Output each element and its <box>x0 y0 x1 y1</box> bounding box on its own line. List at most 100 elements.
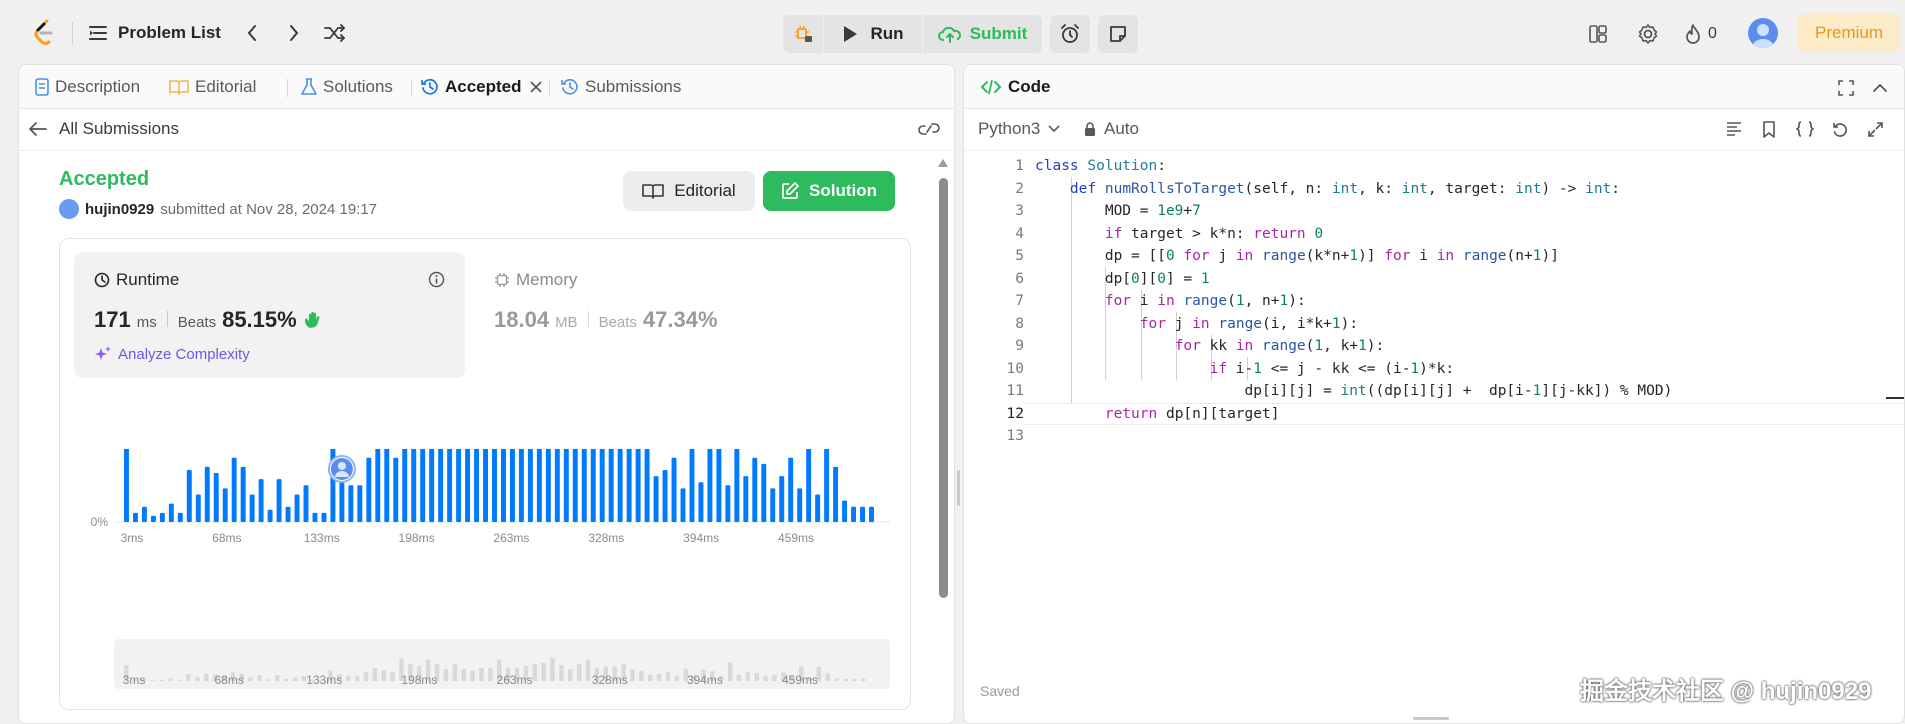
editorial-button[interactable]: Editorial <box>623 171 755 211</box>
scroll-up-arrow[interactable] <box>938 159 948 167</box>
scrollbar-thumb[interactable] <box>939 178 948 598</box>
submitter-avatar[interactable] <box>59 199 79 219</box>
chart-bar[interactable] <box>617 449 623 522</box>
chart-bar[interactable] <box>833 466 839 522</box>
tab-editorial[interactable]: Editorial <box>169 65 256 109</box>
chart-bar[interactable] <box>860 506 865 522</box>
expand-icon[interactable] <box>1864 118 1886 140</box>
chart-bar[interactable] <box>177 512 183 522</box>
chart-bar[interactable] <box>195 494 201 522</box>
chart-bar[interactable] <box>590 449 596 522</box>
streak-counter[interactable]: 0 <box>1684 21 1717 47</box>
chart-bar[interactable] <box>536 449 542 522</box>
chart-bar[interactable] <box>806 449 812 522</box>
chart-bar[interactable] <box>716 449 722 522</box>
timer-button[interactable] <box>1050 15 1090 53</box>
chart-bar[interactable] <box>132 512 138 522</box>
premium-button[interactable]: Premium <box>1798 14 1900 52</box>
chart-bar[interactable] <box>366 457 372 522</box>
chart-bar[interactable] <box>689 449 695 522</box>
chart-bar[interactable] <box>779 476 785 522</box>
chart-bar[interactable] <box>204 466 210 522</box>
chart-bar[interactable] <box>420 449 426 522</box>
memory-card[interactable]: Memory 18.04 MB Beats 47.34% <box>470 252 890 378</box>
chart-bar[interactable] <box>563 449 569 522</box>
braces-icon[interactable] <box>1794 118 1816 140</box>
chart-bar[interactable] <box>824 449 830 522</box>
chart-bar[interactable] <box>680 488 686 522</box>
layout-icon[interactable] <box>1586 22 1610 46</box>
close-icon[interactable] <box>529 81 542 93</box>
chart-bar[interactable] <box>545 449 551 522</box>
chart-bar[interactable] <box>465 449 471 522</box>
chart-bar[interactable] <box>456 449 462 522</box>
chart-bar[interactable] <box>348 485 354 522</box>
chart-bar[interactable] <box>572 449 578 522</box>
chart-bar[interactable] <box>186 469 192 522</box>
panel-resize-handle[interactable] <box>1413 717 1449 720</box>
shuffle-icon[interactable] <box>322 20 348 46</box>
language-select[interactable]: Python3 <box>978 117 1060 141</box>
chart-bar[interactable] <box>429 449 435 522</box>
chart-range-slider[interactable]: 3ms 68ms 133ms 198ms 263ms 328ms 394ms 459ms <box>114 639 890 689</box>
collapse-icon[interactable] <box>1869 77 1891 99</box>
chart-bar[interactable] <box>357 485 363 522</box>
chart-bar[interactable] <box>644 449 650 522</box>
tab-description[interactable]: Description <box>35 65 140 109</box>
chart-bar[interactable] <box>743 476 749 522</box>
chart-bar[interactable] <box>321 512 327 522</box>
chart-bar[interactable] <box>285 506 291 522</box>
chart-bar[interactable] <box>707 449 713 522</box>
chart-bar[interactable] <box>483 449 488 522</box>
chart-bar[interactable] <box>788 457 794 522</box>
user-avatar[interactable] <box>1748 18 1778 48</box>
chart-bar[interactable] <box>851 506 857 522</box>
chart-bar[interactable] <box>294 494 300 522</box>
chart-bar[interactable] <box>276 479 282 522</box>
chart-bar[interactable] <box>509 449 515 522</box>
submitter-username[interactable]: hujin0929 <box>85 201 154 218</box>
chart-bar[interactable] <box>258 479 264 522</box>
chart-bar[interactable] <box>770 488 776 522</box>
tab-submissions[interactable]: Submissions <box>561 65 681 109</box>
chart-bar[interactable] <box>124 449 129 522</box>
run-button[interactable]: Run <box>824 15 922 53</box>
chart-bar[interactable] <box>761 463 767 522</box>
chart-bar[interactable] <box>635 449 641 522</box>
chart-bar[interactable] <box>725 485 731 522</box>
bookmark-icon[interactable] <box>1759 118 1779 140</box>
chart-bar[interactable] <box>518 449 524 522</box>
solution-button[interactable]: Solution <box>763 171 895 211</box>
link-icon[interactable] <box>917 117 941 141</box>
chart-bar[interactable] <box>752 457 758 522</box>
auto-mode[interactable]: Auto <box>1084 117 1139 141</box>
format-icon[interactable] <box>1724 119 1744 139</box>
leetcode-logo[interactable] <box>30 18 58 48</box>
settings-gear-icon[interactable] <box>1635 21 1661 47</box>
chart-bar[interactable] <box>303 485 309 522</box>
tab-solutions[interactable]: Solutions <box>301 65 393 109</box>
my-submission-marker[interactable] <box>327 455 356 483</box>
chart-bar[interactable] <box>662 469 668 522</box>
info-icon[interactable] <box>426 269 446 289</box>
chart-bar[interactable] <box>438 449 444 522</box>
chart-bar[interactable] <box>501 449 506 522</box>
chart-bar[interactable] <box>671 457 677 522</box>
chart-bar[interactable] <box>653 476 659 522</box>
notes-button[interactable] <box>1098 15 1138 53</box>
tab-accepted[interactable]: Accepted <box>421 65 542 109</box>
chart-bar[interactable] <box>869 506 874 522</box>
chart-bar[interactable] <box>581 449 587 522</box>
reset-icon[interactable] <box>1829 118 1851 140</box>
chart-bar[interactable] <box>267 509 273 522</box>
chart-bar[interactable] <box>599 449 605 522</box>
chart-bar[interactable] <box>698 482 704 522</box>
chart-bar[interactable] <box>213 473 219 522</box>
chart-bar[interactable] <box>626 449 632 522</box>
chart-bar[interactable] <box>231 457 237 522</box>
chart-bar[interactable] <box>734 449 740 522</box>
chart-bar[interactable] <box>815 494 821 522</box>
chart-bar[interactable] <box>474 449 480 522</box>
chart-bar[interactable] <box>150 515 156 522</box>
next-problem-button[interactable] <box>282 20 306 46</box>
